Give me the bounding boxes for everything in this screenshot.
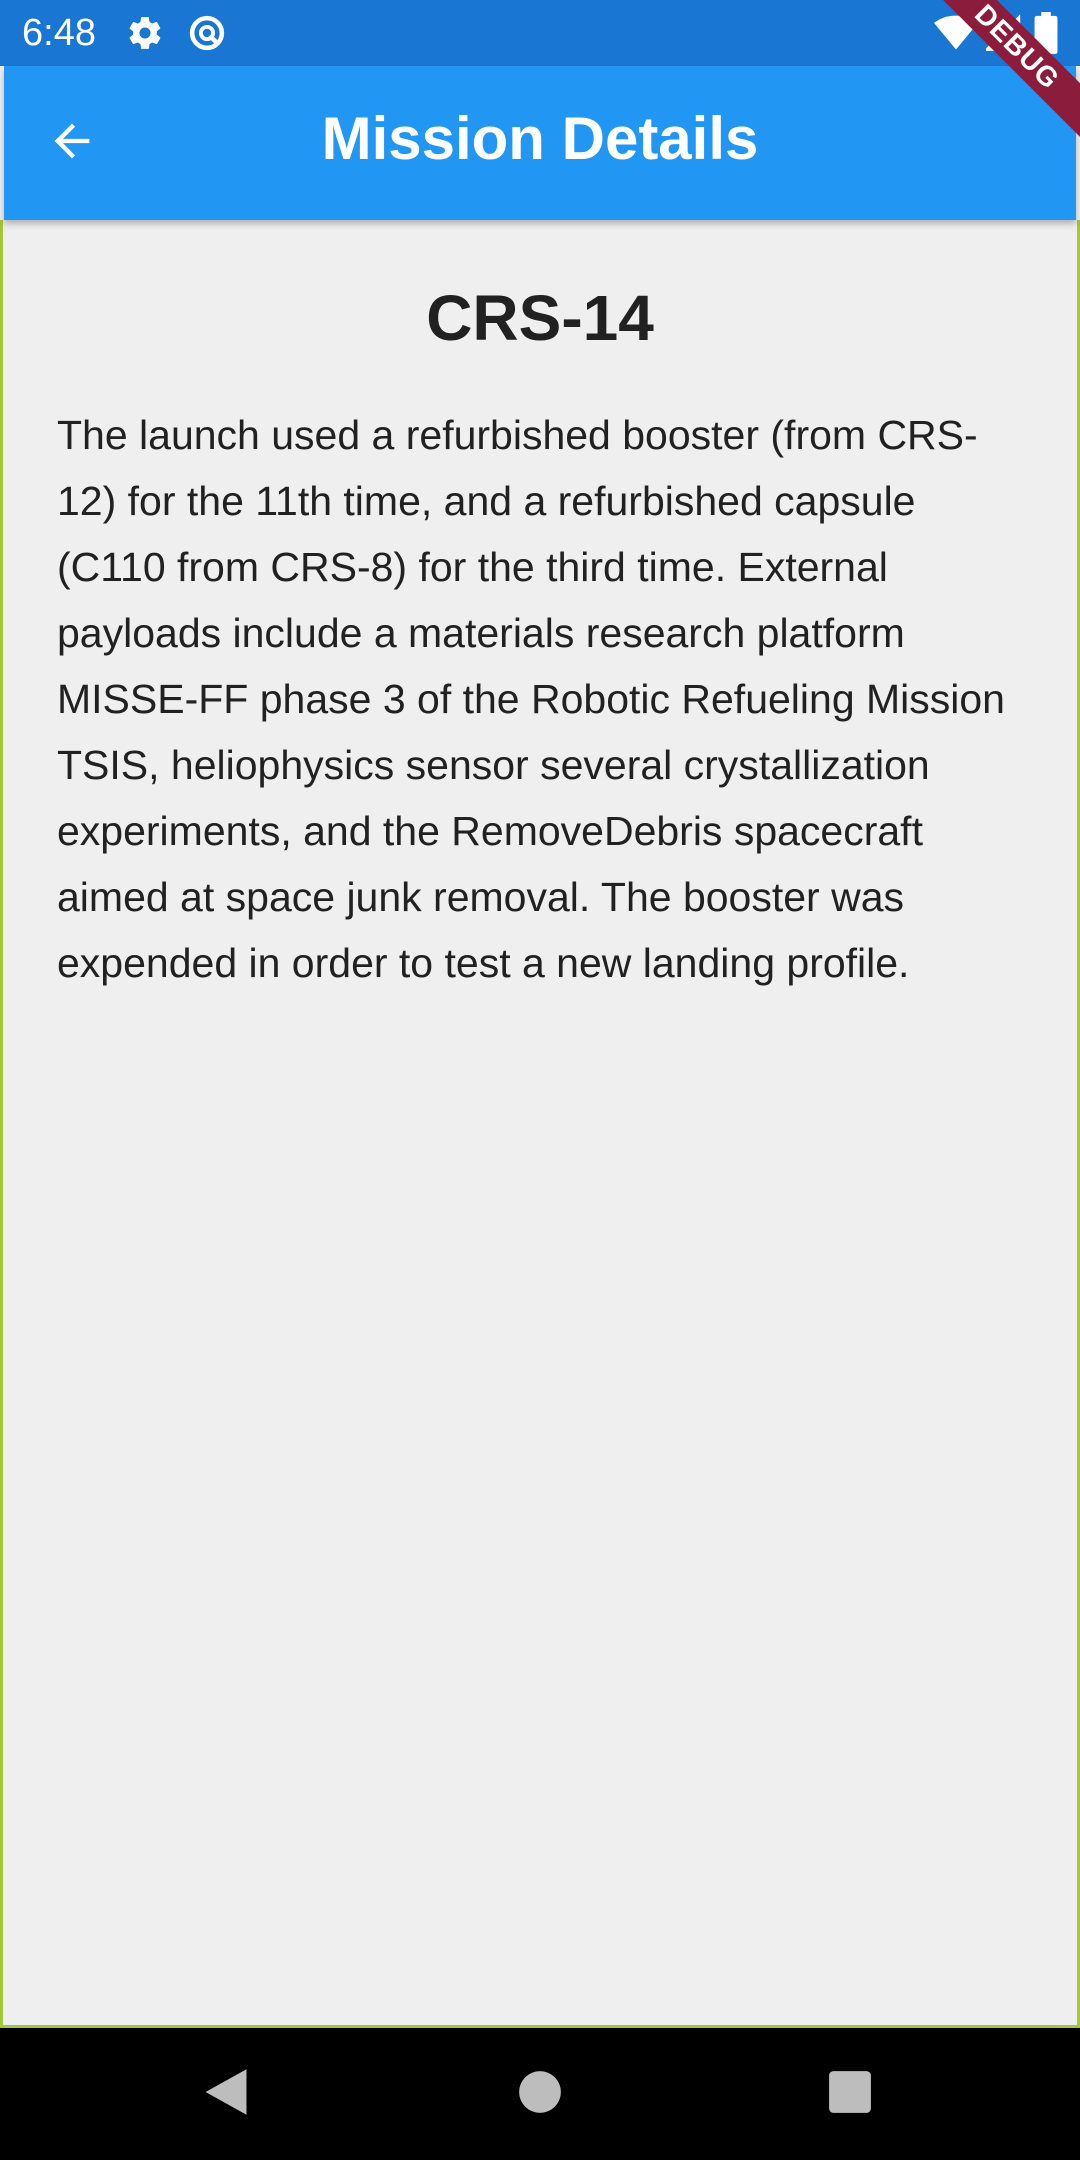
nav-back-button[interactable] [196,2064,256,2124]
nav-recents-button[interactable] [820,2064,880,2124]
mission-details-content: CRS-14 The launch used a refurbished boo… [0,220,1080,2028]
app-bar: Mission Details [4,66,1076,220]
status-bar: 6:48 [0,0,1080,66]
nav-home-button[interactable] [510,2064,570,2124]
navigation-bar [0,2028,1080,2160]
mission-name: CRS-14 [426,282,654,354]
mission-description: The launch used a refurbished booster (f… [57,412,1005,986]
back-triangle-icon [203,2067,249,2122]
sync-icon [186,12,228,59]
screen: 6:48 Mission Details DEBUG CRS-14 The la… [0,0,1080,2160]
settings-icon [126,14,164,57]
home-circle-icon [518,2070,562,2119]
page-title: Mission Details [321,105,759,172]
status-time: 6:48 [22,12,96,54]
recents-square-icon [828,2070,872,2119]
